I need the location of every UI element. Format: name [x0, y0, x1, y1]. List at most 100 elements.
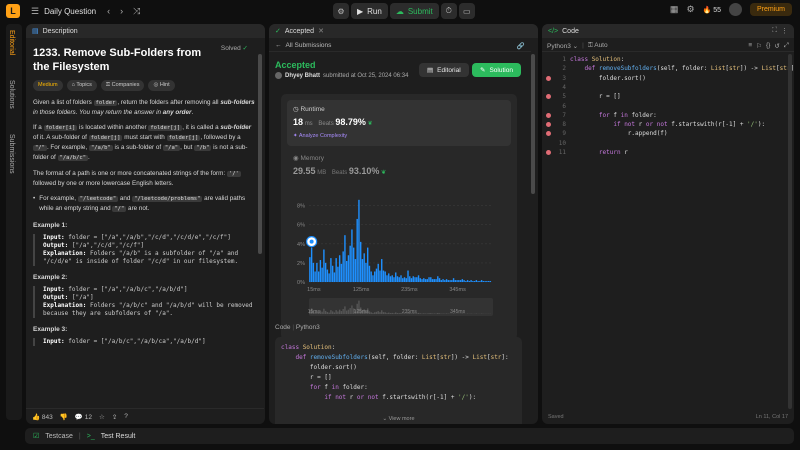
bullet-text: For example, "/leetcode" and "/leetcode/… [39, 194, 257, 214]
submitter-name[interactable]: Dhyey Bhatt [285, 73, 320, 79]
submitted-code-lines: class Solution: def removeSubfolders(sel… [281, 343, 516, 403]
tab-test-result[interactable]: Test Result [101, 433, 136, 440]
premium-button[interactable]: Premium [749, 3, 792, 16]
list-icon[interactable]: ☰ [31, 6, 39, 17]
like-button[interactable]: 👍 843 [32, 413, 53, 421]
close-icon[interactable]: ✕ [318, 27, 324, 35]
chart-bar [475, 280, 478, 282]
bookmark-icon[interactable]: ⚐ [756, 42, 762, 50]
submitted-code[interactable]: class Solution: def removeSubfolders(sel… [275, 337, 522, 424]
solution-label: Solution [489, 66, 513, 74]
sidebar-tab-editorial[interactable]: Editorial [8, 30, 15, 55]
runtime-card[interactable]: ◷ Runtime 18 ms Beats 98.79% ❦ ✦ Analyze… [287, 100, 511, 146]
topics-tag[interactable]: ⌂ Topics [66, 80, 97, 91]
menu-icon[interactable]: ≡ [748, 42, 752, 49]
example-value: folder = ["/a/b/c","/a/b/ca","/a/b/d"] [64, 338, 206, 345]
sidebar-tab-submissions[interactable]: Submissions [8, 134, 15, 174]
runtime-beats: 98.79% [335, 117, 366, 127]
user-avatar[interactable] [728, 3, 742, 16]
hint-tag[interactable]: ◎ Hint [148, 80, 175, 91]
run-label: Run [367, 6, 382, 16]
tab-testcase[interactable]: Testcase [45, 433, 73, 440]
view-more-button[interactable]: ⌄ View more [275, 414, 522, 424]
chart-bar [438, 278, 441, 282]
debug-button[interactable]: ⚙ [333, 3, 349, 19]
companies-tag[interactable]: ⚿ Companies [100, 80, 145, 91]
maximize-icon[interactable]: ⛶ [772, 27, 777, 35]
dislike-button[interactable]: 👎 [60, 413, 68, 421]
settings-icon[interactable]: ⚙ [686, 4, 694, 15]
text: , but [180, 144, 195, 151]
more-icon[interactable]: ⋮ [781, 27, 788, 35]
chart-bar [405, 278, 407, 282]
layout-icon[interactable]: ▦ [670, 4, 679, 15]
minimap-bar [331, 311, 334, 314]
comments-button[interactable]: 💬 12 [75, 413, 92, 421]
lock-icon: ⚿ [587, 41, 593, 49]
solution-button[interactable]: ✎ Solution [472, 63, 521, 77]
code-editor[interactable]: 1 class Solution: 2 def removeSubfolders(s… [542, 50, 794, 405]
editor-scrollbar[interactable] [788, 54, 792, 409]
minimap-bar [370, 312, 372, 314]
help-icon[interactable]: ? [124, 413, 128, 420]
chart-bar [310, 247, 313, 282]
text: of it. A sub-folder of [33, 134, 89, 141]
timer-button[interactable]: ⏱ [440, 3, 457, 19]
code-token: removeSubfolders [598, 65, 657, 73]
code-token: r = [] [570, 93, 621, 101]
star-icon[interactable]: ☆ [99, 413, 105, 421]
chart-bar [347, 255, 350, 282]
tab-code[interactable]: Code [562, 28, 579, 35]
chevron-left-icon[interactable]: ‹ [107, 6, 110, 16]
submission-scrollbar[interactable] [531, 54, 535, 194]
example-line: Explanation: Folders "/a/b/c" and "/a/b/… [43, 302, 257, 318]
problem-title[interactable]: 1233. Remove Sub-Folders from the Filesy… [33, 46, 203, 74]
tab-accepted[interactable]: Accepted [285, 28, 314, 35]
problem-description: 1233. Remove Sub-Folders from the Filesy… [26, 40, 264, 420]
back-arrow-icon[interactable]: ← [275, 42, 282, 49]
problem-list-title[interactable]: Daily Question [44, 7, 96, 16]
bold-text: sub-folder [220, 124, 251, 131]
save-status: Saved [548, 414, 564, 420]
chart-bar [410, 278, 413, 282]
editorial-button[interactable]: ▤ Editorial [419, 63, 469, 77]
leetcode-logo[interactable]: L [6, 4, 20, 18]
share-icon[interactable]: ⇪ [112, 413, 117, 421]
language-select[interactable]: Python3 ⌄ [547, 42, 578, 50]
notes-button[interactable]: ▭ [458, 3, 475, 19]
shuffle-icon[interactable]: ⤨ [133, 6, 140, 17]
side-tabs: Editorial Solutions Submissions [6, 24, 22, 420]
code-token: if not [324, 394, 350, 401]
text: If a [33, 124, 44, 131]
chart-bar [486, 281, 488, 282]
link-icon[interactable]: 🔗 [517, 42, 525, 50]
reset-icon[interactable]: ↺ [774, 42, 779, 50]
chevron-right-icon[interactable]: › [120, 6, 123, 16]
minimap-bar [437, 313, 439, 314]
submitted-time: submitted at Oct 25, 2024 06:34 [323, 72, 409, 79]
streak-counter[interactable]: 🔥 55 [703, 6, 721, 14]
sidebar-tab-solutions[interactable]: Solutions [8, 80, 15, 109]
braces-icon[interactable]: {} [766, 42, 770, 49]
user-avatar[interactable] [275, 72, 282, 79]
run-button[interactable]: ▶ Run [351, 3, 388, 19]
description-scrollbar[interactable] [258, 54, 262, 254]
code-line: return r [570, 148, 628, 157]
runtime-distribution-chart[interactable]: 0% 2% 4% 6% 8% 15ms 125ms 235ms 345ms 15ms 125ms 23… [281, 182, 517, 338]
line-number: 1 [562, 56, 566, 63]
analyze-complexity-link[interactable]: ✦ Analyze Complexity [293, 133, 347, 139]
chart-bar [321, 267, 323, 282]
minimap-bar [395, 312, 397, 314]
tab-description[interactable]: Description [43, 28, 78, 35]
submit-button[interactable]: ☁ Submit [389, 3, 439, 19]
minimap-bar [379, 312, 381, 314]
inline-code: "/" [33, 145, 47, 151]
autocomplete-toggle[interactable]: ⚿ Auto [588, 42, 608, 50]
chart-bar [367, 247, 369, 282]
memory-heading[interactable]: ◉ Memory [293, 154, 324, 162]
fullscreen-icon[interactable]: ⤢ [784, 42, 789, 50]
all-submissions-link[interactable]: All Submissions [286, 42, 332, 49]
chart-bar [447, 280, 450, 282]
minimap-bar [340, 311, 343, 314]
